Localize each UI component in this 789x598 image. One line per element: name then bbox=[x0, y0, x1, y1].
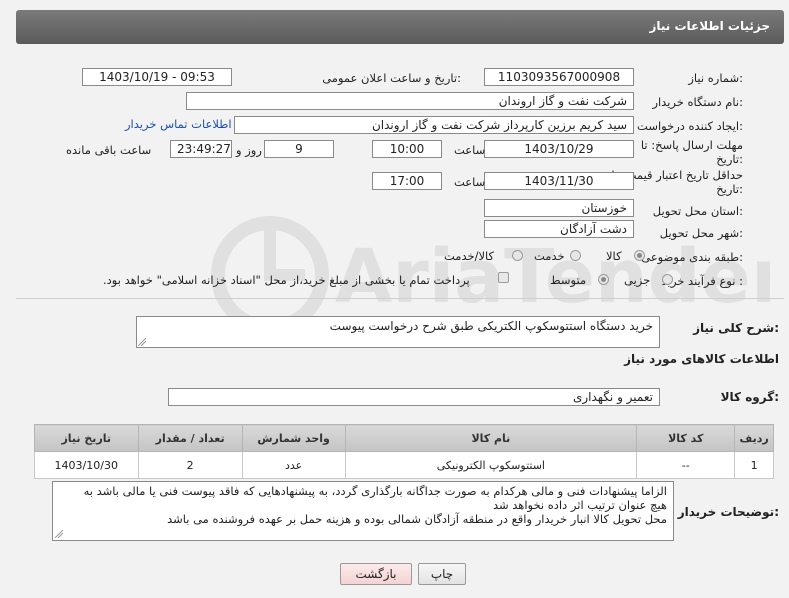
remaining-label: ساعت باقی مانده bbox=[66, 143, 152, 157]
city-field[interactable]: دشت آزادگان bbox=[484, 220, 634, 238]
process-option-medium: متوسط bbox=[550, 273, 587, 287]
buyer-notes-line1: الزاما پیشنهادات فنی و مالی هرکدام به صو… bbox=[83, 484, 667, 498]
buyer-org-field[interactable]: شرکت نفت و گاز اروندان bbox=[186, 92, 634, 110]
description-label: شرح کلی نیاز: bbox=[693, 321, 779, 335]
deadline-time-label: ساعت bbox=[454, 143, 486, 157]
province-field[interactable]: خوزستان bbox=[484, 199, 634, 217]
deadline-label: مهلت ارسال پاسخ: تا bbox=[640, 138, 743, 152]
col-code: کد کالا bbox=[636, 424, 736, 452]
deadline-date-field[interactable]: 1403/10/29 bbox=[484, 140, 634, 158]
print-button[interactable]: چاپ bbox=[418, 563, 466, 585]
validity-time-field[interactable]: 17:00 bbox=[372, 172, 442, 190]
validity-date-field[interactable]: 1403/11/30 bbox=[484, 172, 634, 190]
goods-group-label: گروه کالا: bbox=[720, 390, 779, 404]
need-number-field[interactable]: 1103093567000908 bbox=[484, 68, 634, 86]
creator-label: ایجاد کننده درخواست: bbox=[637, 119, 743, 133]
days-label: روز و bbox=[236, 143, 262, 157]
buyer-org-label: نام دستگاه خریدار: bbox=[652, 95, 743, 109]
cell-qty: 2 bbox=[137, 451, 243, 479]
validity-label-date: تاریخ: bbox=[716, 182, 743, 196]
remaining-time-field[interactable]: 23:49:27 bbox=[170, 140, 232, 158]
table-row[interactable]: 1403/10/30 2 عدد استتوسکوپ الکترونیکی --… bbox=[34, 451, 774, 479]
process-radio-partial[interactable] bbox=[662, 274, 673, 285]
goods-section-title: اطلاعات کالاهای مورد نیاز bbox=[624, 352, 779, 366]
announce-label: تاریخ و ساعت اعلان عمومی: bbox=[322, 71, 461, 85]
deadline-time-field[interactable]: 10:00 bbox=[372, 140, 442, 158]
validity-time-label: ساعت bbox=[454, 175, 486, 189]
category-label: طبقه بندی موضوعی: bbox=[641, 250, 743, 264]
process-option-partial: جزیی bbox=[624, 273, 651, 287]
page-title: جزئیات اطلاعات نیاز bbox=[649, 19, 770, 33]
announce-field[interactable]: 1403/10/19 - 09:53 bbox=[82, 68, 232, 86]
header-bar: جزئیات اطلاعات نیاز bbox=[16, 10, 784, 44]
category-option-service: خدمت bbox=[534, 249, 565, 263]
province-label: استان محل تحویل: bbox=[652, 204, 743, 218]
city-label: شهر محل تحویل: bbox=[659, 226, 743, 240]
col-qty: تعداد / مقدار bbox=[137, 424, 243, 452]
buyer-notes-line2: هیچ عنوان ترتیب اثر داده نخواهد شد bbox=[492, 498, 667, 512]
category-option-goods: کالا bbox=[606, 249, 622, 263]
col-date: تاریخ نیاز bbox=[34, 424, 139, 452]
cell-name: استتوسکوپ الکترونیکی bbox=[344, 451, 638, 479]
cell-date: 1403/10/30 bbox=[34, 451, 139, 479]
resize-grip-icon[interactable] bbox=[138, 338, 146, 346]
category-option-both: کالا/خدمت bbox=[444, 249, 495, 263]
goods-table: تاریخ نیاز تعداد / مقدار واحد شمارش نام … bbox=[34, 424, 774, 479]
cell-code: -- bbox=[636, 451, 736, 479]
col-name: نام کالا bbox=[344, 424, 638, 452]
description-field[interactable]: خرید دستگاه استتوسکوپ الکتریکی طبق شرح د… bbox=[136, 316, 660, 348]
category-radio-both[interactable] bbox=[512, 250, 523, 261]
treasury-checkbox[interactable] bbox=[498, 272, 509, 283]
process-radio-medium[interactable] bbox=[598, 274, 609, 285]
cell-index: 1 bbox=[734, 451, 774, 479]
back-button[interactable]: بازگشت bbox=[340, 563, 412, 585]
category-radio-service[interactable] bbox=[570, 250, 581, 261]
creator-field[interactable]: سید کریم برزین کارپرداز شرکت نفت و گاز ا… bbox=[234, 116, 634, 134]
goods-group-field[interactable]: تعمیر و نگهداری bbox=[168, 388, 660, 406]
notes-resize-grip-icon[interactable] bbox=[55, 530, 63, 538]
buyer-notes-field[interactable]: الزاما پیشنهادات فنی و مالی هرکدام به صو… bbox=[52, 481, 674, 541]
buyer-notes-line3: محل تحویل کالا انبار خریدار واقع در منطق… bbox=[167, 512, 667, 526]
col-unit: واحد شمارش bbox=[241, 424, 346, 452]
col-index: ردیف bbox=[734, 424, 774, 452]
need-number-label: شماره نیاز: bbox=[688, 71, 743, 85]
payment-note: پرداخت تمام یا بخشی از مبلغ خرید،از محل … bbox=[103, 273, 470, 287]
category-radio-goods[interactable] bbox=[634, 250, 645, 261]
deadline-label-date: تاریخ: bbox=[716, 152, 743, 166]
cell-unit: عدد bbox=[241, 451, 346, 479]
buyer-notes-label: توضیحات خریدار: bbox=[677, 505, 779, 519]
days-field[interactable]: 9 bbox=[264, 140, 334, 158]
contact-buyer-link[interactable]: اطلاعات تماس خریدار bbox=[125, 117, 232, 131]
table-header-row: تاریخ نیاز تعداد / مقدار واحد شمارش نام … bbox=[34, 424, 774, 452]
process-label: نوع فرآیند خرید : bbox=[661, 274, 743, 288]
